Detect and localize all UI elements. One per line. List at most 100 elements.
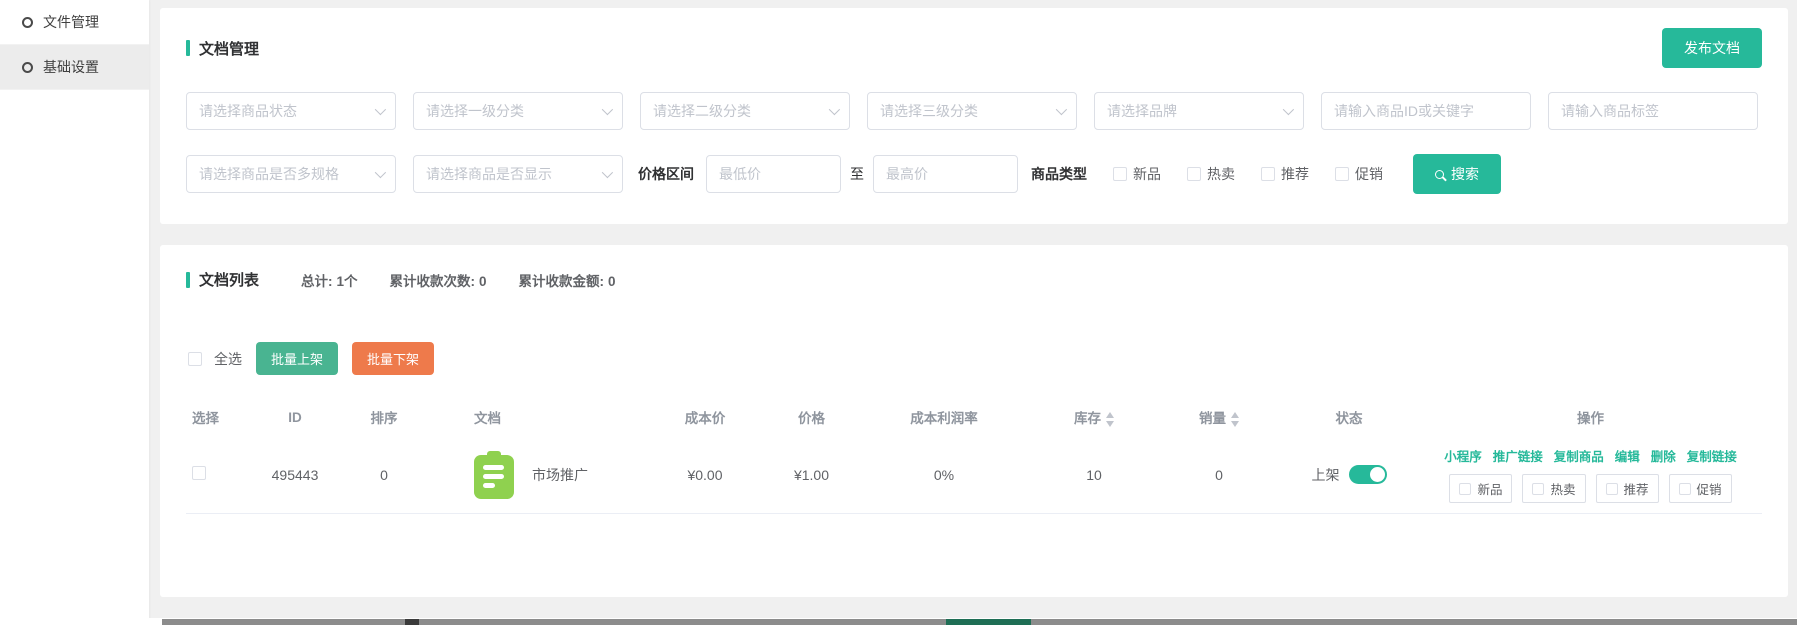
checkbox-icon [1532, 483, 1544, 495]
action-mini-program[interactable]: 小程序 [1444, 446, 1482, 465]
product-type-label: 商品类型 [1031, 164, 1087, 184]
circle-icon [22, 17, 33, 28]
circle-icon [22, 62, 33, 73]
row-tag-recommend[interactable]: 推荐 [1596, 474, 1659, 503]
select-category-level1[interactable]: 请选择一级分类 [413, 92, 623, 130]
header-stock[interactable]: 库存 [1029, 397, 1159, 437]
publish-document-button[interactable]: 发布文档 [1662, 28, 1762, 68]
search-icon [1435, 170, 1444, 179]
header-cost-price: 成本价 [646, 397, 764, 437]
row-tag-promo[interactable]: 促销 [1669, 474, 1732, 503]
toggle-knob [1370, 467, 1385, 482]
checkbox-icon [188, 352, 202, 366]
header-price: 价格 [764, 397, 859, 437]
header-sales[interactable]: 销量 [1159, 397, 1279, 437]
type-checkbox-recommend[interactable]: 推荐 [1261, 164, 1309, 184]
checkbox-icon [1606, 483, 1618, 495]
payment-amount: 0 [608, 274, 616, 289]
action-copy-link[interactable]: 复制链接 [1687, 446, 1737, 465]
total-count: 1个 [337, 274, 358, 289]
table-row: 495443 0 市场推广 [186, 437, 1762, 513]
price-range-label: 价格区间 [638, 164, 694, 184]
row-tag-hot[interactable]: 热卖 [1522, 474, 1585, 503]
row-checkbox[interactable] [192, 466, 206, 480]
type-checkbox-promo[interactable]: 促销 [1335, 164, 1383, 184]
header-select: 选择 [186, 397, 256, 437]
bottom-edge [0, 618, 1797, 625]
product-id-keyword-input[interactable] [1321, 92, 1531, 130]
sidebar: 文件管理 基础设置 [0, 0, 149, 625]
sidebar-item-file-management[interactable]: 文件管理 [0, 0, 149, 45]
select-category-level2[interactable]: 请选择二级分类 [640, 92, 850, 130]
document-list-card: 文档列表 总计:1个 累计收款次数:0 累计收款金额:0 全选 批量上架 批量下… [160, 245, 1788, 597]
select-brand[interactable]: 请选择品牌 [1094, 92, 1304, 130]
header-sort: 排序 [334, 397, 434, 437]
scrollbar-thumb[interactable] [946, 619, 1031, 625]
sort-arrows-icon[interactable] [1106, 412, 1114, 427]
header-status: 状态 [1279, 397, 1419, 437]
select-visibility[interactable]: 请选择商品是否显示 [413, 155, 623, 193]
title-accent-bar [186, 272, 190, 288]
chevron-down-icon [602, 104, 613, 115]
cell-sales: 0 [1159, 437, 1279, 513]
clipboard-icon [472, 451, 516, 499]
sidebar-item-basic-settings[interactable]: 基础设置 [0, 45, 149, 90]
select-multi-spec[interactable]: 请选择商品是否多规格 [186, 155, 396, 193]
search-button[interactable]: 搜索 [1413, 154, 1501, 194]
chevron-down-icon [602, 167, 613, 178]
max-price-input[interactable] [873, 155, 1018, 193]
page-title: 文档管理 [186, 38, 259, 59]
action-delete[interactable]: 删除 [1651, 446, 1676, 465]
to-label: 至 [850, 164, 864, 184]
batch-on-shelf-button[interactable]: 批量上架 [256, 342, 338, 375]
cell-id: 495443 [256, 437, 334, 513]
list-title: 文档列表 [186, 269, 259, 290]
checkbox-icon [1459, 483, 1471, 495]
main-content: 文档管理 发布文档 请选择商品状态 请选择一级分类 请选择二级分类 请选择三级分… [149, 0, 1797, 618]
cell-actions: 小程序 推广链接 复制商品 编辑 删除 复制链接 新品 [1419, 446, 1762, 503]
cell-profit-rate: 0% [859, 437, 1029, 513]
type-checkbox-hot[interactable]: 热卖 [1187, 164, 1235, 184]
cell-status: 上架 [1279, 465, 1419, 485]
checkbox-icon [1335, 167, 1349, 181]
header-profit-rate: 成本利润率 [859, 397, 1029, 437]
status-label: 上架 [1312, 465, 1340, 485]
payment-count: 0 [479, 274, 487, 289]
action-edit[interactable]: 编辑 [1615, 446, 1640, 465]
status-toggle[interactable] [1349, 465, 1387, 484]
header-id: ID [256, 397, 334, 437]
sort-arrows-icon[interactable] [1231, 412, 1239, 427]
action-copy-product[interactable]: 复制商品 [1554, 446, 1604, 465]
document-title: 市场推广 [532, 465, 588, 485]
select-product-status[interactable]: 请选择商品状态 [186, 92, 396, 130]
product-tag-input[interactable] [1548, 92, 1758, 130]
cell-price: ¥1.00 [764, 437, 859, 513]
select-category-level3[interactable]: 请选择三级分类 [867, 92, 1077, 130]
title-accent-bar [186, 40, 190, 56]
type-checkbox-new[interactable]: 新品 [1113, 164, 1161, 184]
batch-off-shelf-button[interactable]: 批量下架 [352, 342, 434, 375]
checkbox-icon [1679, 483, 1691, 495]
cell-stock: 10 [1029, 437, 1159, 513]
header-actions: 操作 [1419, 397, 1762, 437]
checkbox-icon [1261, 167, 1275, 181]
document-table: 选择 ID 排序 文档 成本价 价格 成本利润率 库存 销量 状态 操作 [186, 397, 1762, 514]
checkbox-icon [1113, 167, 1127, 181]
horizontal-scrollbar[interactable] [162, 619, 1797, 625]
select-all-checkbox[interactable]: 全选 [188, 349, 242, 369]
action-promo-link[interactable]: 推广链接 [1493, 446, 1543, 465]
chevron-down-icon [1283, 104, 1294, 115]
checkbox-icon [1187, 167, 1201, 181]
sidebar-item-label: 基础设置 [43, 57, 99, 77]
min-price-input[interactable] [706, 155, 841, 193]
cell-cost-price: ¥0.00 [646, 437, 764, 513]
row-tag-new[interactable]: 新品 [1449, 474, 1512, 503]
list-stats: 总计:1个 累计收款次数:0 累计收款金额:0 [301, 270, 616, 290]
filter-card: 文档管理 发布文档 请选择商品状态 请选择一级分类 请选择二级分类 请选择三级分… [160, 8, 1788, 224]
header-document: 文档 [434, 397, 646, 437]
table-header-row: 选择 ID 排序 文档 成本价 价格 成本利润率 库存 销量 状态 操作 [186, 397, 1762, 437]
chevron-down-icon [375, 104, 386, 115]
sidebar-item-label: 文件管理 [43, 12, 99, 32]
chevron-down-icon [829, 104, 840, 115]
cell-sort: 0 [334, 437, 434, 513]
